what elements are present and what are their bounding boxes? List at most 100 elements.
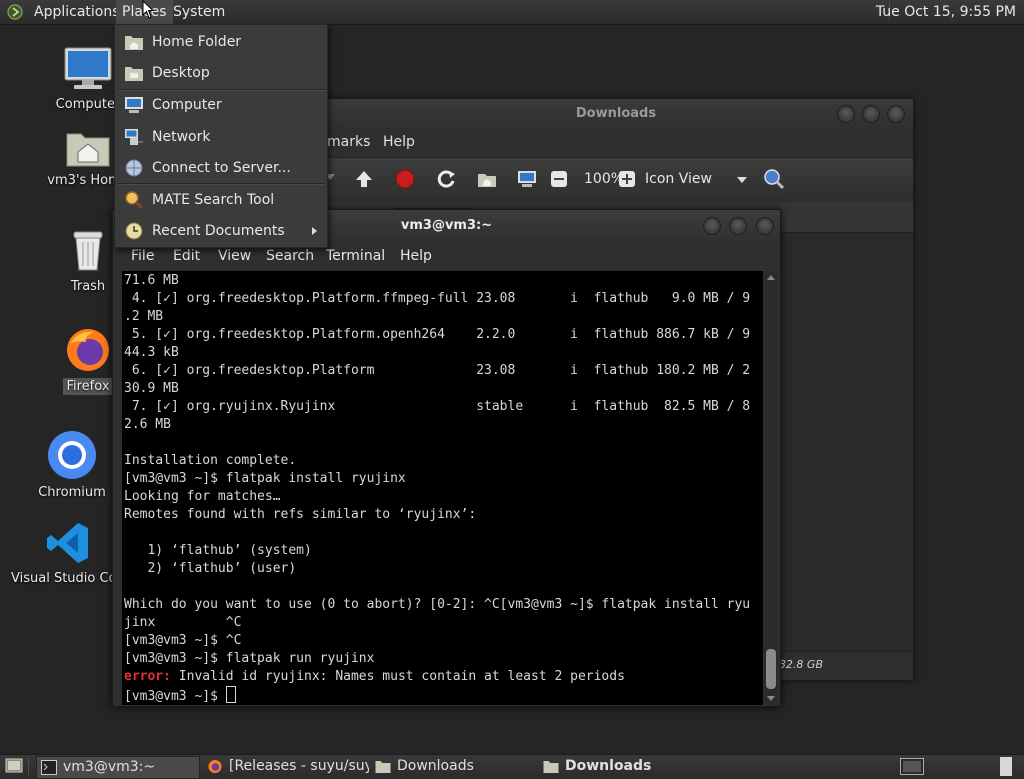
- menu-file[interactable]: File: [131, 248, 154, 264]
- stop-icon[interactable]: [394, 168, 416, 190]
- terminal-line: 44.3 kB: [124, 345, 179, 360]
- places-item-search-tool[interactable]: MATE Search Tool: [115, 185, 327, 215]
- places-item-computer[interactable]: Computer: [115, 90, 327, 120]
- up-arrow-icon[interactable]: [353, 168, 375, 190]
- workspace-indicator[interactable]: [1000, 757, 1012, 776]
- menu-terminal[interactable]: Terminal: [326, 248, 385, 264]
- maximize-button[interactable]: [862, 105, 880, 123]
- menu-help[interactable]: Help: [400, 248, 432, 264]
- terminal-line: 2.6 MB: [124, 417, 171, 432]
- error-message: Invalid id ryujinx: Names must contain a…: [170, 669, 625, 684]
- workspace-switcher[interactable]: [900, 758, 924, 775]
- minimize-button[interactable]: [703, 217, 721, 235]
- network-icon: [125, 129, 143, 145]
- bottom-panel: vm3@vm3:~ [Releases - suyu/suy... Downlo…: [0, 754, 1024, 779]
- desktop-icon-vscode[interactable]: Visual Studio Code: [8, 520, 133, 587]
- terminal-line: jinx ^C: [124, 615, 242, 630]
- places-item-connect-to-server[interactable]: Connect to Server...: [115, 153, 327, 183]
- mate-logo-icon[interactable]: [7, 4, 23, 20]
- menu-help[interactable]: Help: [383, 134, 415, 150]
- window-title: vm3@vm3:~: [400, 218, 493, 233]
- vscode-icon: [47, 523, 88, 563]
- applications-menu[interactable]: Applications: [28, 0, 126, 24]
- computer-icon: [125, 97, 143, 113]
- terminal-line: [vm3@vm3 ~]$ ^C: [124, 633, 242, 648]
- terminal-line: Installation complete.: [124, 453, 297, 468]
- panel-separator: [28, 758, 31, 775]
- scrollbar-thumb[interactable]: [766, 649, 776, 689]
- places-item-recent-documents[interactable]: Recent Documents: [115, 216, 327, 246]
- file-manager-titlebar[interactable]: Downloads: [319, 99, 913, 129]
- places-item-desktop[interactable]: Desktop: [115, 58, 327, 88]
- terminal-line: Which do you want to use (0 to abort)? […: [124, 597, 751, 612]
- taskbar-item-terminal[interactable]: vm3@vm3:~: [36, 756, 200, 779]
- terminal-line: 4. [✓] org.freedesktop.Platform.ffmpeg-f…: [124, 291, 751, 306]
- close-button[interactable]: [756, 217, 774, 235]
- shell-prompt: [vm3@vm3 ~]$: [124, 689, 226, 704]
- zoom-out-icon[interactable]: [550, 170, 568, 188]
- terminal-line: .2 MB: [124, 309, 164, 324]
- scroll-down-icon[interactable]: [767, 696, 775, 701]
- scroll-up-icon[interactable]: [767, 275, 775, 280]
- taskbar-item-firefox[interactable]: [Releases - suyu/suy...: [203, 756, 369, 777]
- desktop-folder-icon: [125, 67, 143, 81]
- globe-icon: [125, 159, 143, 177]
- terminal-prompt-line[interactable]: [vm3@vm3 ~]$: [124, 686, 750, 705]
- terminal-line: [vm3@vm3 ~]$ flatpak run ryujinx: [124, 651, 375, 666]
- chevron-down-icon[interactable]: [737, 177, 747, 183]
- search-icon[interactable]: [763, 168, 785, 190]
- places-item-network[interactable]: Network: [115, 122, 327, 152]
- home-icon[interactable]: [476, 168, 498, 190]
- menu-edit[interactable]: Edit: [173, 248, 200, 264]
- computer-icon[interactable]: [516, 168, 538, 190]
- taskbar-item-downloads-1[interactable]: Downloads: [371, 756, 533, 777]
- terminal-screen[interactable]: 71.6 MB 4. [✓] org.freedesktop.Platform.…: [122, 271, 763, 705]
- minimize-button[interactable]: [837, 105, 855, 123]
- submenu-arrow-icon: [312, 227, 317, 235]
- home-folder-icon: [66, 133, 110, 167]
- view-mode-select[interactable]: Icon View: [645, 171, 712, 187]
- terminal-line: [vm3@vm3 ~]$ flatpak install ryujinx: [124, 471, 406, 486]
- terminal-line: Looking for matches…: [124, 489, 281, 504]
- window-title: Downloads: [575, 106, 657, 121]
- clock[interactable]: Tue Oct 15, 9:55 PM: [876, 0, 1016, 24]
- terminal-line: Remotes found with refs similar to ‘ryuj…: [124, 507, 477, 522]
- terminal-line: 2) ‘flathub’ (user): [124, 561, 297, 576]
- terminal-line: 7. [✓] org.ryujinx.Ryujinx stable i flat…: [124, 399, 751, 414]
- computer-icon: [64, 47, 112, 89]
- home-folder-icon: [125, 36, 143, 50]
- search-tool-icon: [125, 191, 144, 209]
- terminal-line: 30.9 MB: [124, 381, 179, 396]
- menu-view[interactable]: View: [218, 248, 251, 264]
- firefox-icon: [208, 759, 222, 774]
- show-desktop-icon[interactable]: [5, 758, 23, 774]
- places-item-home-folder[interactable]: Home Folder: [115, 27, 327, 57]
- terminal-scrollbar[interactable]: [764, 271, 778, 705]
- zoom-in-icon[interactable]: [618, 170, 636, 188]
- folder-icon: [543, 761, 559, 773]
- terminal-window[interactable]: vm3@vm3:~ File Edit View Search Terminal…: [112, 209, 781, 707]
- desktop-icon-chromium[interactable]: Chromium: [17, 430, 127, 501]
- reload-icon[interactable]: [435, 168, 457, 190]
- system-menu[interactable]: System: [167, 0, 231, 24]
- terminal-output: 71.6 MB 4. [✓] org.freedesktop.Platform.…: [124, 272, 750, 705]
- maximize-button[interactable]: [729, 217, 747, 235]
- close-button[interactable]: [887, 105, 905, 123]
- folder-icon: [375, 761, 391, 773]
- clock-icon: [125, 222, 143, 240]
- menu-search[interactable]: Search: [266, 248, 314, 264]
- chromium-icon: [48, 431, 96, 479]
- trash-icon: [73, 231, 103, 271]
- file-manager-toolbar: 100% Icon View: [319, 157, 913, 203]
- terminal-line: 71.6 MB: [124, 273, 179, 288]
- file-manager-menubar: marks Help: [319, 129, 913, 155]
- firefox-icon: [67, 329, 109, 371]
- terminal-line: 5. [✓] org.freedesktop.Platform.openh264…: [124, 327, 751, 342]
- terminal-line: 6. [✓] org.freedesktop.Platform 23.08 i …: [124, 363, 751, 378]
- places-dropdown: Home Folder Desktop Computer Network Con…: [114, 24, 328, 248]
- menu-bookmarks[interactable]: marks: [327, 134, 370, 150]
- taskbar-item-downloads-2[interactable]: Downloads: [539, 756, 701, 777]
